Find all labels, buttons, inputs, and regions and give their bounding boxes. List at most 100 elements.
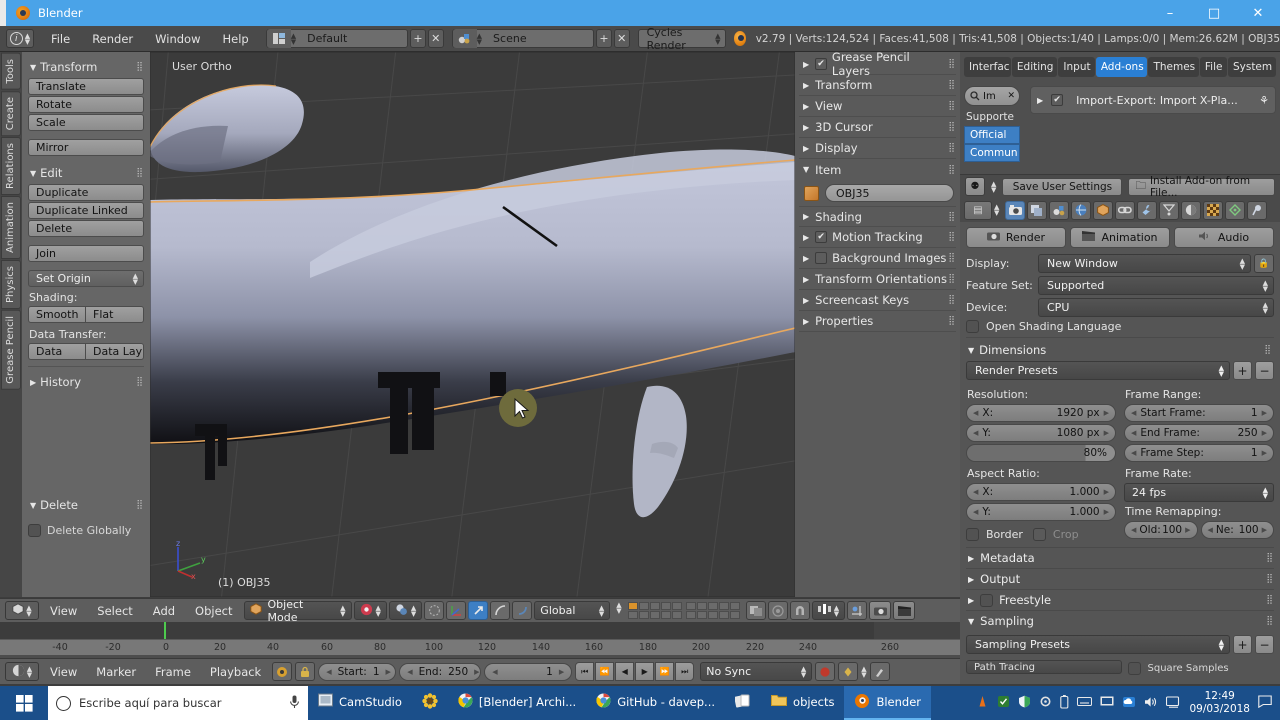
minimize-button[interactable]: – xyxy=(1148,0,1192,26)
shade-flat-button[interactable]: Flat xyxy=(86,306,144,323)
editor-type-selector[interactable]: ▲ ▼ xyxy=(5,662,39,681)
chevron-right-icon[interactable]: ▶ xyxy=(559,668,564,676)
tab-system[interactable]: System xyxy=(1227,57,1276,77)
tab-physics[interactable] xyxy=(1181,200,1202,220)
defender-icon[interactable] xyxy=(1018,695,1031,711)
chevron-left-icon[interactable]: ◀ xyxy=(973,409,978,417)
current-frame-field[interactable]: ◀ 1 ▶ xyxy=(484,662,573,681)
sampling-presets-dropdown[interactable]: Sampling Presets ▲ ▼ xyxy=(966,635,1230,654)
chevron-right-icon[interactable]: ▶ xyxy=(1104,429,1109,437)
install-addon-button[interactable]: 🗀 Install Add-on from File... xyxy=(1128,175,1275,199)
npanel-transform-orientations[interactable]: ▶ Transform Orientations ⣿ xyxy=(799,269,956,290)
chevron-left-icon[interactable]: ◀ xyxy=(1208,526,1213,534)
open-shading-language-checkbox[interactable] xyxy=(966,320,979,333)
tab-scene[interactable] xyxy=(1049,200,1070,220)
chevron-left-icon[interactable]: ◀ xyxy=(973,508,978,516)
menu-render[interactable]: Render xyxy=(81,29,144,49)
tab-data[interactable] xyxy=(1225,200,1246,220)
clear-search-icon[interactable]: ✕ xyxy=(1007,91,1015,101)
freestyle-checkbox[interactable] xyxy=(980,593,994,607)
npanel-view[interactable]: ▶ View ⣿ xyxy=(799,96,956,117)
lock-icon[interactable]: 🔒 xyxy=(1254,254,1274,273)
menu-file[interactable]: File xyxy=(40,29,81,49)
volume-icon[interactable] xyxy=(1144,696,1158,711)
windows-start-icon[interactable] xyxy=(0,686,48,720)
background-images-checkbox[interactable] xyxy=(815,252,828,264)
viewport-shading-dropdown[interactable]: ▲ ▼ xyxy=(353,601,387,620)
feature-set-dropdown[interactable]: Supported ▲ ▼ xyxy=(1038,276,1274,295)
addon-list-item[interactable]: ▶ ✔ Import-Export: Import X-Pla... ⚘ xyxy=(1030,86,1276,114)
delete-screen-layout-button[interactable]: ✕ xyxy=(427,29,444,48)
sync-mode-dropdown[interactable]: No Sync ▲ ▼ xyxy=(700,662,813,681)
editor-type-selector[interactable]: i ▲ ▼ xyxy=(6,29,34,48)
chevron-right-icon[interactable]: ▶ xyxy=(474,668,479,676)
add-screen-layout-button[interactable]: + xyxy=(410,29,426,48)
translate-manip-icon[interactable] xyxy=(468,601,489,620)
taskbar-item-github[interactable]: GitHub - davep... xyxy=(586,686,725,720)
npanel-background-images[interactable]: ▶ Background Images ⣿ xyxy=(799,248,956,269)
add-scene-button[interactable]: + xyxy=(596,29,612,48)
sidebar-item-physics[interactable]: Physics xyxy=(1,259,21,309)
tab-themes[interactable]: Themes xyxy=(1148,57,1199,77)
chevron-right-icon[interactable]: ▶ xyxy=(1104,409,1109,417)
lock-time-icon[interactable] xyxy=(295,662,316,681)
chevron-right-icon[interactable]: ▶ xyxy=(1104,508,1109,516)
time-remap-new-field[interactable]: ◀ Ne: 100 ▶ xyxy=(1200,521,1274,539)
tab-texture[interactable] xyxy=(1203,200,1224,220)
render-animation-button[interactable]: Animation xyxy=(1070,227,1170,248)
tab-particles[interactable] xyxy=(1159,200,1180,220)
menu-help[interactable]: Help xyxy=(211,29,259,49)
transform-orientation-dropdown[interactable]: Global ▲ ▼ xyxy=(534,601,611,620)
sidebar-item-grease-pencil[interactable]: Grease Pencil xyxy=(1,309,21,390)
sidebar-item-animation[interactable]: Animation xyxy=(1,195,21,259)
chevron-left-icon[interactable]: ◀ xyxy=(1131,409,1136,417)
scale-button[interactable]: Scale xyxy=(28,114,144,131)
viewport-menu-object[interactable]: Object xyxy=(186,601,241,621)
tab-render-layers[interactable] xyxy=(1027,200,1048,220)
render-engine-selector[interactable]: Cycles Render ▲ ▼ xyxy=(637,26,726,52)
user-preset-icon[interactable]: ⚉ xyxy=(965,177,985,196)
monitor-icon[interactable] xyxy=(1100,696,1114,711)
square-samples-row[interactable]: Square Samples xyxy=(1127,660,1275,677)
expand-addon-icon[interactable]: ▶ xyxy=(1037,96,1043,105)
layer-group-1[interactable] xyxy=(627,602,682,619)
chevron-right-icon[interactable]: ▶ xyxy=(1262,409,1267,417)
notification-icon[interactable] xyxy=(1258,695,1272,711)
shield-green-icon[interactable] xyxy=(997,695,1010,711)
npanel-screencast-keys[interactable]: ▶ Screencast Keys ⣿ xyxy=(799,290,956,311)
screen-layout-selector[interactable]: ▲ ▼ Default xyxy=(265,29,409,48)
magnet-icon[interactable] xyxy=(789,601,810,620)
gear-icon[interactable] xyxy=(1039,695,1052,711)
chevron-left-icon[interactable]: ◀ xyxy=(973,488,978,496)
jump-end-button[interactable]: ⏭ xyxy=(675,662,695,681)
viewport-menu-add[interactable]: Add xyxy=(144,601,184,621)
editor-type-selector[interactable]: ▤ xyxy=(964,200,992,220)
snap-target-dropdown[interactable]: ▲ ▼ xyxy=(811,601,846,620)
npanel-display[interactable]: ▶ Display ⣿ xyxy=(799,138,956,159)
rotate-button[interactable]: Rotate xyxy=(28,96,144,113)
interaction-mode-dropdown[interactable]: Object Mode ▲ ▼ xyxy=(243,598,352,624)
freestyle-panel-header[interactable]: ▶ Freestyle ⣿ xyxy=(966,589,1274,610)
chevron-left-icon[interactable]: ◀ xyxy=(1131,449,1136,457)
chevron-left-icon[interactable]: ◀ xyxy=(1131,526,1136,534)
time-remap-old-field[interactable]: ◀ Old: 100 ▶ xyxy=(1124,521,1198,539)
aspect-y-field[interactable]: ◀ Y: 1.000 ▶ xyxy=(966,503,1116,521)
delete-globally-checkbox[interactable] xyxy=(28,524,41,537)
search-input[interactable]: Escribe aquí para buscar xyxy=(48,686,308,720)
scene-layers[interactable]: ▲ ▼ xyxy=(616,602,740,619)
keying-set-icon[interactable] xyxy=(838,662,859,681)
timeline-menu-marker[interactable]: Marker xyxy=(88,662,144,682)
proportional-edit-icon[interactable] xyxy=(767,601,788,620)
remove-preset-button[interactable]: − xyxy=(1255,361,1274,380)
delete-globally-row[interactable]: Delete Globally xyxy=(28,524,144,537)
filter-community[interactable]: Commun xyxy=(964,144,1020,162)
border-row[interactable]: Border xyxy=(966,528,1023,541)
frame-rate-dropdown[interactable]: 24 fps ▲ ▼ xyxy=(1124,483,1274,502)
sidebar-item-relations[interactable]: Relations xyxy=(1,136,21,195)
translate-button[interactable]: Translate xyxy=(28,78,144,95)
resolution-percentage-slider[interactable]: 80% xyxy=(966,444,1116,462)
addon-enabled-checkbox[interactable]: ✔ xyxy=(1051,94,1064,106)
end-frame-field[interactable]: ◀ End: 250 ▶ xyxy=(399,662,482,681)
timeline-playhead[interactable] xyxy=(164,622,166,639)
play-button[interactable]: ▶ xyxy=(635,662,655,681)
